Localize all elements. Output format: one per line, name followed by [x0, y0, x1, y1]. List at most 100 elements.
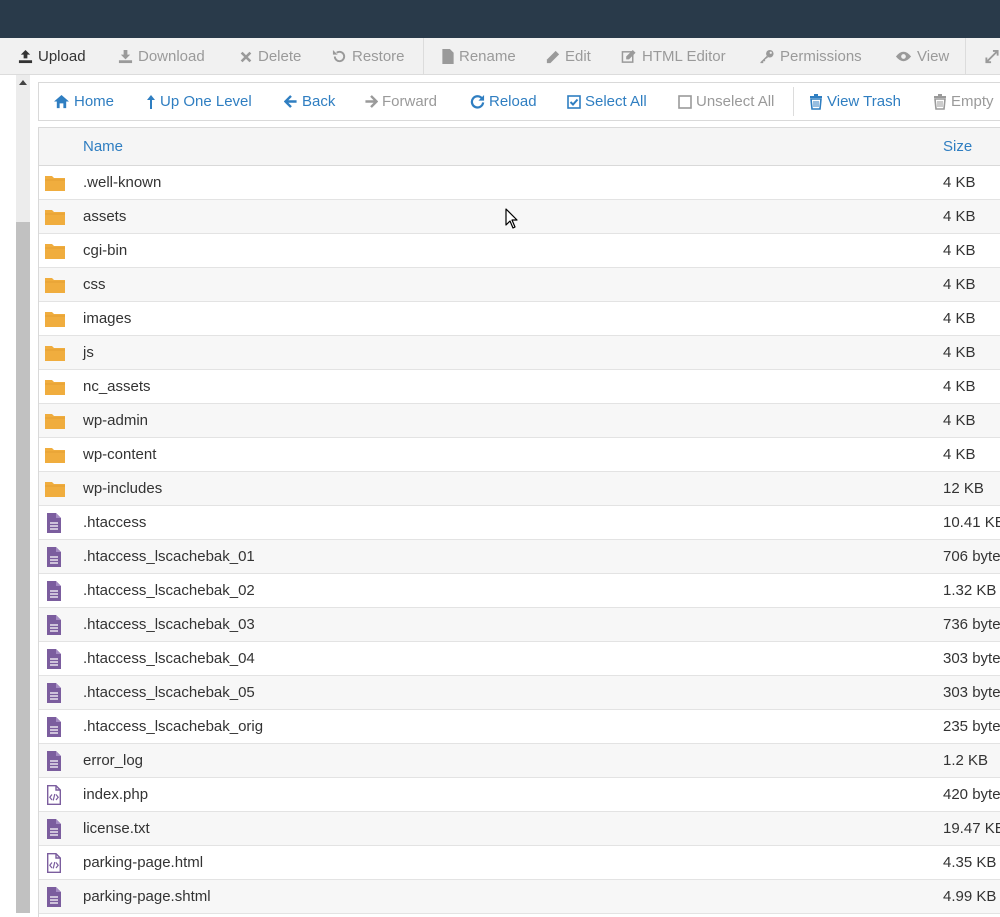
file-name[interactable]: parking-page.shtml [83, 880, 211, 913]
permissions-button[interactable]: Permissions [759, 38, 862, 75]
file-size: 235 bytes [943, 718, 1000, 735]
table-row[interactable]: nc_assets 4 KB [39, 370, 1000, 404]
rename-button[interactable]: Rename [442, 38, 516, 75]
table-row[interactable]: parking-page.shtml 4.99 KB [39, 880, 1000, 914]
delete-label: Delete [258, 48, 302, 65]
folder-icon [45, 346, 65, 361]
left-scrollbar-thumb[interactable] [16, 222, 30, 913]
file-name[interactable]: js [83, 336, 94, 369]
empty-trash-button[interactable]: Empty [933, 83, 994, 120]
table-row[interactable]: .htaccess_lscachebak_01 706 bytes [39, 540, 1000, 574]
file-list-table: Name Size .well-known 4 KB assets 4 KB cgi-b… [38, 127, 1000, 917]
reload-button[interactable]: Reload [470, 83, 537, 120]
text-file-icon [47, 751, 61, 771]
file-name[interactable]: .htaccess_lscachebak_04 [83, 642, 255, 675]
file-name[interactable]: css [83, 268, 106, 301]
delete-button[interactable]: Delete [239, 38, 301, 75]
back-button[interactable]: Back [284, 83, 335, 120]
expand-icon [985, 49, 999, 64]
table-row[interactable]: wp-includes 12 KB [39, 472, 1000, 506]
file-name[interactable]: .htaccess_lscachebak_03 [83, 608, 255, 641]
restore-icon [332, 49, 346, 63]
toolbar-divider [423, 38, 424, 75]
size-column-header[interactable]: Size [943, 128, 972, 165]
back-label: Back [302, 93, 336, 110]
level-up-icon [147, 94, 155, 109]
file-name[interactable]: wp-includes [83, 472, 162, 505]
scroll-up-arrow-icon[interactable] [18, 78, 28, 88]
html-editor-label: HTML Editor [642, 48, 726, 65]
key-icon [760, 49, 774, 64]
arrow-left-icon [284, 95, 297, 108]
file-name[interactable]: assets [83, 200, 126, 233]
file-size: 736 bytes [943, 616, 1000, 633]
table-row[interactable]: .well-known 4 KB [39, 166, 1000, 200]
table-row[interactable]: parking-page.html 4.35 KB [39, 846, 1000, 880]
table-row[interactable]: assets 4 KB [39, 200, 1000, 234]
file-size: 4 KB [943, 208, 976, 225]
file-name[interactable]: nc_assets [83, 370, 151, 403]
view-trash-label: View Trash [827, 93, 901, 110]
arrow-right-icon [365, 95, 378, 108]
checkbox-checked-icon [567, 94, 581, 109]
mouse-cursor-icon [505, 208, 518, 229]
file-name[interactable]: parking-page.html [83, 846, 203, 879]
file-name[interactable]: index.php [83, 778, 148, 811]
table-row[interactable]: images 4 KB [39, 302, 1000, 336]
text-file-icon [47, 513, 61, 533]
table-row[interactable]: .htaccess_lscachebak_orig 235 bytes [39, 710, 1000, 744]
unselect-all-button[interactable]: Unselect All [678, 83, 774, 120]
restore-button[interactable]: Restore [332, 38, 405, 75]
download-button[interactable]: Download [118, 38, 205, 75]
file-name[interactable]: images [83, 302, 131, 335]
table-row[interactable]: .htaccess_lscachebak_05 303 bytes [39, 676, 1000, 710]
file-name[interactable]: wp-admin [83, 404, 148, 437]
file-name[interactable]: license.txt [83, 812, 150, 845]
expand-button[interactable] [984, 38, 1000, 75]
select-all-button[interactable]: Select All [567, 83, 647, 120]
checkbox-empty-icon [678, 94, 692, 109]
table-row[interactable]: css 4 KB [39, 268, 1000, 302]
file-size: 4 KB [943, 174, 976, 191]
upload-label: Upload [38, 48, 86, 65]
name-column-header[interactable]: Name [83, 128, 123, 165]
file-name[interactable]: .htaccess_lscachebak_05 [83, 676, 255, 709]
upload-button[interactable]: Upload [18, 38, 86, 75]
forward-label: Forward [382, 93, 438, 110]
edit-button[interactable]: Edit [546, 38, 591, 75]
file-name[interactable]: .htaccess_lscachebak_02 [83, 574, 255, 607]
table-row[interactable]: .htaccess_lscachebak_03 736 bytes [39, 608, 1000, 642]
folder-icon [45, 210, 65, 225]
view-trash-button[interactable]: View Trash [809, 83, 901, 120]
file-name[interactable]: error_log [83, 744, 143, 777]
file-size: 4 KB [943, 344, 976, 361]
html-editor-button[interactable]: HTML Editor [621, 38, 726, 75]
table-row[interactable]: cgi-bin 4 KB [39, 234, 1000, 268]
up-one-level-button[interactable]: Up One Level [146, 83, 252, 120]
table-row[interactable]: index.php 420 bytes [39, 778, 1000, 812]
file-size: 1.2 KB [943, 752, 989, 769]
file-size: 4 KB [943, 310, 976, 327]
forward-button[interactable]: Forward [364, 83, 437, 120]
table-row[interactable]: .htaccess_lscachebak_02 1.32 KB [39, 574, 1000, 608]
table-row[interactable]: error_log 1.2 KB [39, 744, 1000, 778]
rename-label: Rename [459, 48, 516, 65]
file-name[interactable]: .well-known [83, 166, 161, 199]
table-row[interactable]: wp-content 4 KB [39, 438, 1000, 472]
table-row[interactable]: .htaccess 10.41 KB [39, 506, 1000, 540]
file-name[interactable]: .htaccess_lscachebak_01 [83, 540, 255, 573]
folder-icon [45, 176, 65, 191]
file-size: 4 KB [943, 378, 976, 395]
table-row[interactable]: js 4 KB [39, 336, 1000, 370]
table-row[interactable]: wp-admin 4 KB [39, 404, 1000, 438]
download-icon [118, 49, 133, 64]
file-size: 12 KB [943, 480, 984, 497]
file-name[interactable]: wp-content [83, 438, 156, 471]
table-row[interactable]: license.txt 19.47 KB [39, 812, 1000, 846]
file-name[interactable]: .htaccess_lscachebak_orig [83, 710, 263, 743]
table-row[interactable]: .htaccess_lscachebak_04 303 bytes [39, 642, 1000, 676]
file-name[interactable]: cgi-bin [83, 234, 127, 267]
home-button[interactable]: Home [53, 83, 114, 120]
view-button[interactable]: View [895, 38, 949, 75]
file-name[interactable]: .htaccess [83, 506, 146, 539]
